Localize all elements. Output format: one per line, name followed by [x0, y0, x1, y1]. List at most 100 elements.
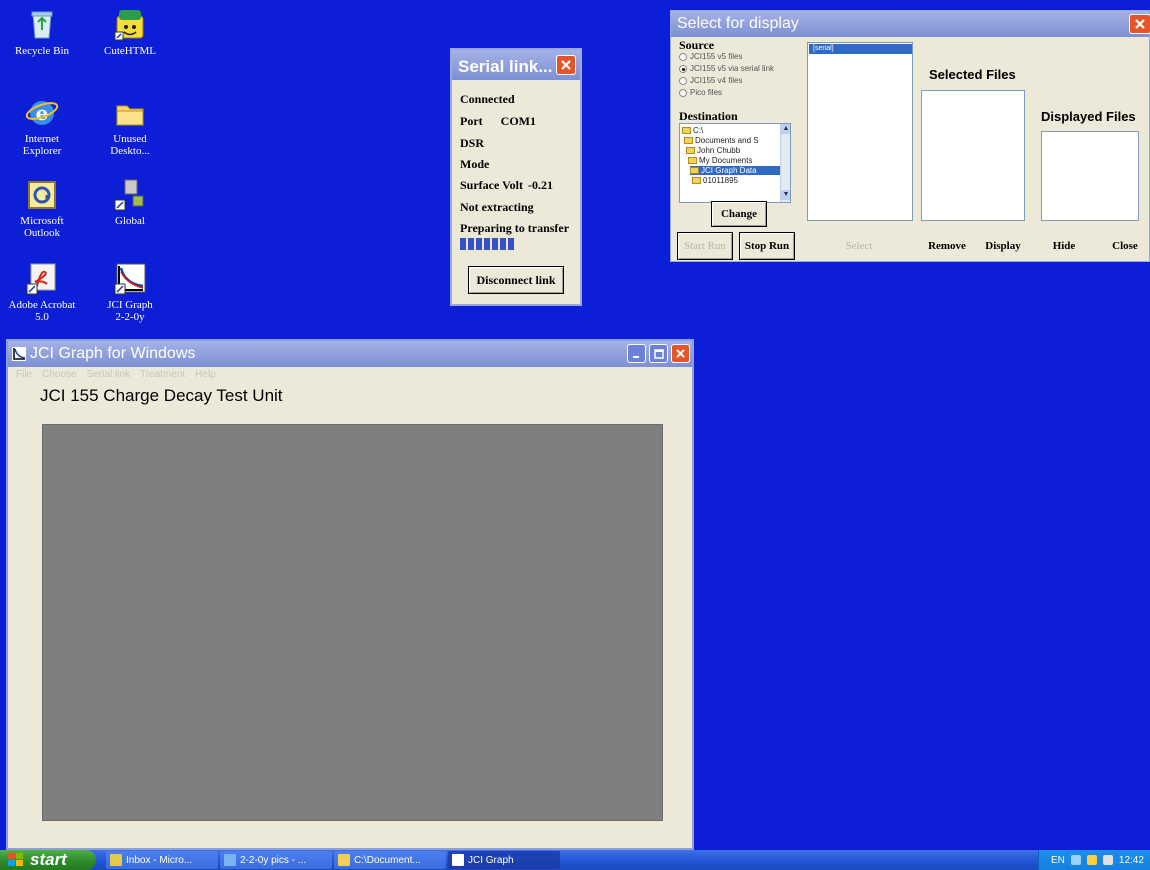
select-for-display-title: Select for display — [677, 15, 799, 32]
surface-volt-row: Surface Volt -0.21 — [460, 178, 553, 193]
tree-item[interactable]: My Documents — [688, 156, 752, 165]
displayed-files-list[interactable] — [1041, 131, 1139, 221]
scroll-down-arrow-icon[interactable]: ▼ — [781, 190, 790, 200]
progress-block — [492, 238, 498, 250]
remove-button[interactable]: Remove — [921, 232, 973, 260]
radio-button[interactable] — [679, 88, 687, 97]
menu-file[interactable]: File — [16, 369, 32, 380]
desktop-icon-label: CuteHTML — [104, 45, 156, 57]
system-tray: EN 12:42 — [1038, 850, 1150, 870]
menu-help[interactable]: Help — [195, 369, 216, 380]
file-list-item-selected[interactable]: [serial] — [809, 44, 912, 54]
tree-item-label: Documents and S — [695, 136, 759, 145]
available-files-list[interactable]: [serial] — [807, 42, 913, 221]
serial-link-title-bar[interactable]: Serial link... — [452, 50, 580, 80]
extract-status: Not extracting — [460, 200, 534, 214]
minimize-button[interactable] — [627, 344, 646, 363]
close-button[interactable]: Close — [1103, 232, 1147, 260]
progress-block — [500, 238, 506, 250]
select-for-display-close-button[interactable] — [1129, 14, 1150, 34]
desktop-icon-recycle-bin[interactable]: Recycle Bin — [0, 8, 84, 57]
radio-button[interactable] — [679, 52, 687, 61]
radio-label: JCI155 v4 files — [690, 76, 743, 85]
progress-block — [476, 238, 482, 250]
tree-scrollbar[interactable]: ▲ ▼ — [780, 124, 790, 202]
adobe-acrobat-icon — [25, 262, 59, 296]
tree-item[interactable]: Documents and S — [684, 136, 759, 145]
start-run-button[interactable]: Start Run — [677, 232, 733, 260]
taskbar-item-documents[interactable]: C:\Document... — [334, 851, 446, 869]
serial-link-close-button[interactable] — [556, 55, 576, 75]
desktop-icon-adobe-acrobat[interactable]: Adobe Acrobat 5.0 — [0, 262, 84, 323]
scroll-up-arrow-icon[interactable]: ▲ — [781, 124, 790, 134]
desktop-icon-cutehtml[interactable]: CuteHTML — [88, 8, 172, 57]
jci-graph-icon — [113, 262, 147, 296]
tree-item[interactable]: C:\ — [682, 126, 703, 135]
select-button[interactable]: Select — [833, 232, 885, 260]
tree-item-selected[interactable]: JCI Graph Data — [690, 166, 780, 175]
menu-serial-link[interactable]: Serial link — [87, 369, 130, 380]
graph-plot-area[interactable] — [42, 424, 663, 821]
folder-icon — [690, 167, 699, 174]
serial-link-title: Serial link... — [458, 57, 553, 76]
desktop-icon-label: Microsoft Outlook — [20, 215, 64, 239]
progress-block — [508, 238, 514, 250]
language-indicator[interactable]: EN — [1051, 855, 1065, 866]
desktop-icon-jci-graph[interactable]: JCI Graph 2-2-0y — [88, 262, 172, 323]
security-icon[interactable] — [1086, 855, 1097, 865]
menu-choose[interactable]: Choose — [42, 369, 76, 380]
folder-icon — [338, 854, 350, 866]
network-icon[interactable] — [1070, 855, 1081, 865]
displayed-files-header: Displayed Files — [1041, 109, 1136, 124]
volume-icon[interactable] — [1102, 855, 1113, 865]
tree-item[interactable]: 01011895 — [692, 176, 738, 185]
global-shortcut-icon — [113, 178, 147, 212]
source-radio-v5-serial[interactable]: JCI155 v5 via serial link — [679, 64, 774, 73]
radio-label: Pico files — [690, 88, 723, 97]
desktop-icon-internet-explorer[interactable]: e Internet Explorer — [0, 96, 84, 157]
jci-graph-title: JCI Graph for Windows — [30, 345, 196, 362]
radio-button[interactable] — [679, 76, 687, 85]
progress-block — [484, 238, 490, 250]
source-radio-v5-files[interactable]: JCI155 v5 files — [679, 52, 742, 61]
folder-icon — [684, 137, 693, 144]
close-icon — [676, 349, 685, 358]
close-button[interactable] — [671, 344, 690, 363]
radio-label: JCI155 v5 files — [690, 52, 743, 61]
selected-files-list[interactable] — [921, 90, 1025, 221]
select-for-display-window: Select for display Source JCI155 v5 file… — [670, 10, 1150, 262]
tree-item-label: 01011895 — [703, 176, 738, 185]
destination-label: Destination — [679, 109, 738, 123]
start-button[interactable]: start — [0, 850, 96, 870]
desktop-icon-global[interactable]: Global — [88, 178, 172, 227]
desktop-icon-unused-desktop[interactable]: Unused Deskto... — [88, 96, 172, 157]
source-radio-pico-files[interactable]: Pico files — [679, 88, 722, 97]
change-button[interactable]: Change — [711, 201, 767, 227]
outlook-icon — [25, 178, 59, 212]
taskbar-item-inbox[interactable]: Inbox - Micro... — [106, 851, 218, 869]
destination-folder-tree[interactable]: C:\ Documents and S John Chubb My Docume… — [679, 123, 791, 203]
taskbar-item-label: Inbox - Micro... — [126, 854, 193, 866]
port-row: Port COM1 — [460, 114, 536, 129]
select-for-display-title-bar[interactable]: Select for display — [671, 11, 1150, 37]
disconnect-link-button[interactable]: Disconnect link — [468, 266, 564, 294]
progress-block — [468, 238, 474, 250]
selected-files-header: Selected Files — [929, 67, 1016, 82]
radio-button[interactable] — [679, 64, 687, 73]
menu-treatment[interactable]: Treatment — [140, 369, 185, 380]
stop-run-button[interactable]: Stop Run — [739, 232, 795, 260]
desktop-icon-outlook[interactable]: Microsoft Outlook — [0, 178, 84, 239]
close-icon — [1135, 19, 1145, 29]
source-radio-v4-files[interactable]: JCI155 v4 files — [679, 76, 742, 85]
hide-button[interactable]: Hide — [1043, 232, 1085, 260]
taskbar-item-pics[interactable]: 2-2-0y pics - ... — [220, 851, 332, 869]
minimize-icon — [632, 355, 639, 358]
mode-label: Mode — [460, 157, 490, 171]
recycle-bin-icon — [25, 8, 59, 42]
maximize-button[interactable] — [649, 344, 668, 363]
jci-graph-title-bar[interactable]: JCI Graph for Windows — [8, 341, 692, 367]
taskbar-item-jci-graph[interactable]: JCI Graph — [448, 851, 560, 869]
display-button[interactable]: Display — [977, 232, 1029, 260]
menu-bar: File Choose Serial link Treatment Help — [16, 369, 216, 380]
tree-item[interactable]: John Chubb — [686, 146, 740, 155]
